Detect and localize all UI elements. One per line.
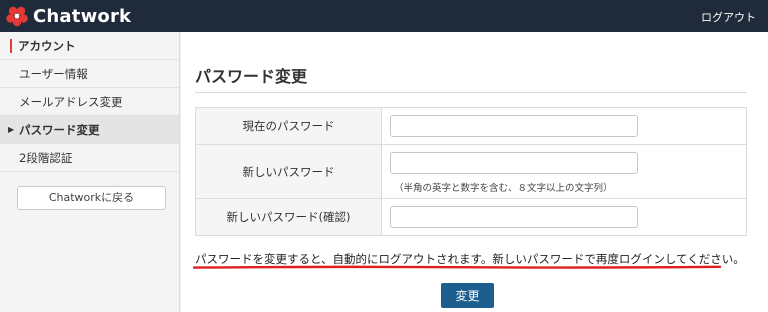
sidebar-item-label: 2段階認証 [19, 151, 73, 165]
form-row-current-password: 現在のパスワード [196, 108, 746, 145]
main-panel: パスワード変更 現在のパスワード 新しいパスワード （半角の英字と数字を含む、８… [181, 32, 768, 312]
new-password-input[interactable] [390, 152, 638, 174]
current-password-input[interactable] [390, 115, 638, 137]
page-title: パスワード変更 [195, 67, 308, 86]
back-to-chatwork-button[interactable]: Chatworkに戻る [17, 186, 166, 210]
sidebar-item-password-change[interactable]: ▶ パスワード変更 [0, 116, 179, 144]
confirm-password-input[interactable] [390, 206, 638, 228]
sidebar-section-account: アカウント [0, 32, 179, 60]
field-label: 新しいパスワード [196, 145, 382, 198]
sidebar-section-title: アカウント [18, 39, 76, 53]
top-bar: Chatwork ログアウト [0, 0, 768, 32]
field-label: 現在のパスワード [196, 108, 382, 144]
field-label: 新しいパスワード(確認) [196, 199, 382, 235]
change-submit-button[interactable]: 変更 [441, 283, 494, 308]
red-underline-annotation [193, 265, 721, 269]
chatwork-logo[interactable]: Chatwork [6, 5, 131, 27]
password-form-table: 現在のパスワード 新しいパスワード （半角の英字と数字を含む、８文字以上の文字列… [195, 107, 747, 236]
sidebar-item-email-change[interactable]: メールアドレス変更 [0, 88, 179, 116]
chatwork-logo-icon [6, 6, 28, 27]
sidebar-item-user-info[interactable]: ユーザー情報 [0, 60, 179, 88]
section-marker [10, 39, 12, 53]
logo-text: Chatwork [33, 5, 132, 27]
sidebar-item-label: パスワード変更 [19, 123, 100, 137]
caret-right-icon: ▶ [8, 125, 15, 134]
sidebar: アカウント ユーザー情報 メールアドレス変更 ▶ パスワード変更 2段階認証 C… [0, 32, 180, 312]
sidebar-item-label: メールアドレス変更 [19, 95, 123, 109]
form-row-confirm-password: 新しいパスワード(確認) [196, 199, 746, 235]
sidebar-item-two-factor[interactable]: 2段階認証 [0, 144, 179, 172]
title-divider [195, 92, 747, 93]
sidebar-item-label: ユーザー情報 [19, 67, 88, 81]
logout-link[interactable]: ログアウト [701, 9, 756, 25]
password-hint: （半角の英字と数字を含む、８文字以上の文字列） [394, 183, 613, 194]
form-row-new-password: 新しいパスワード （半角の英字と数字を含む、８文字以上の文字列） [196, 145, 746, 199]
